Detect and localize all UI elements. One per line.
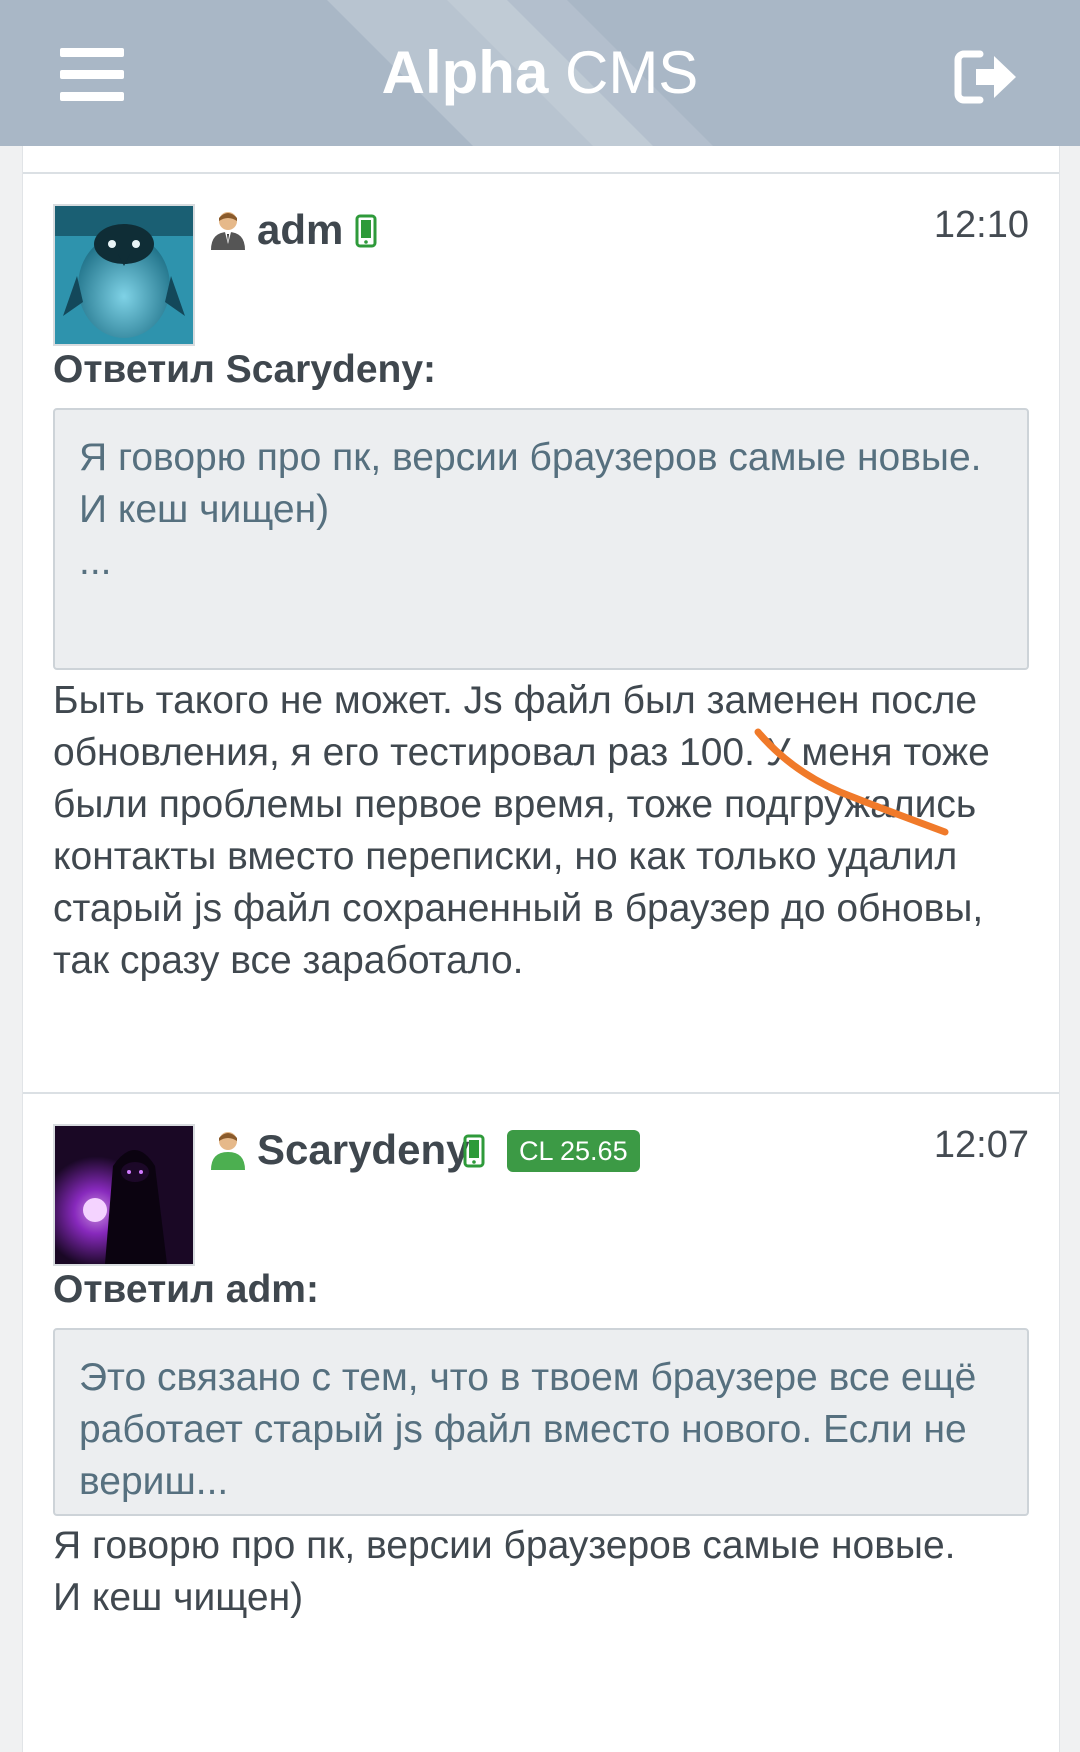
rating-badge: CL 25.65	[507, 1130, 640, 1172]
author-name[interactable]: Scarydeny	[257, 1126, 469, 1174]
message-item: adm 12:10 Ответил Scarydeny: Я говорю пр…	[53, 204, 1029, 1084]
quote-block: Я говорю про пк, версии браузеров самые …	[53, 408, 1029, 670]
avatar[interactable]	[53, 204, 195, 346]
sign-out-icon[interactable]	[954, 48, 1018, 106]
user-admin-icon	[211, 212, 245, 250]
quote-block: Это связано с тем, что в твоем браузере …	[53, 1328, 1029, 1516]
messages-panel: adm 12:10 Ответил Scarydeny: Я говорю пр…	[22, 146, 1060, 1752]
mobile-phone-icon	[463, 1134, 485, 1168]
divider	[23, 1092, 1059, 1094]
reply-label: Ответил Scarydeny:	[53, 348, 437, 391]
user-icon	[211, 1132, 245, 1170]
title-regular: CMS	[565, 39, 699, 106]
avatar[interactable]	[53, 1124, 195, 1266]
page-title: Alpha CMS	[0, 38, 1080, 107]
reply-label: Ответил adm:	[53, 1268, 319, 1311]
message-text: Я говорю про пк, версии браузеров самые …	[53, 1524, 956, 1619]
app-header: Alpha CMS	[0, 0, 1080, 146]
mobile-phone-icon	[355, 214, 377, 248]
timestamp: 12:10	[933, 204, 1029, 246]
title-bold: Alpha	[381, 39, 549, 106]
timestamp: 12:07	[933, 1124, 1029, 1166]
author-name[interactable]: adm	[257, 206, 343, 254]
message-item: Scarydeny CL 25.65 12:07 Ответил adm: Эт…	[53, 1124, 1029, 1752]
divider	[23, 172, 1059, 174]
message-text: Быть такого не может. Js файл был замене…	[53, 679, 990, 982]
